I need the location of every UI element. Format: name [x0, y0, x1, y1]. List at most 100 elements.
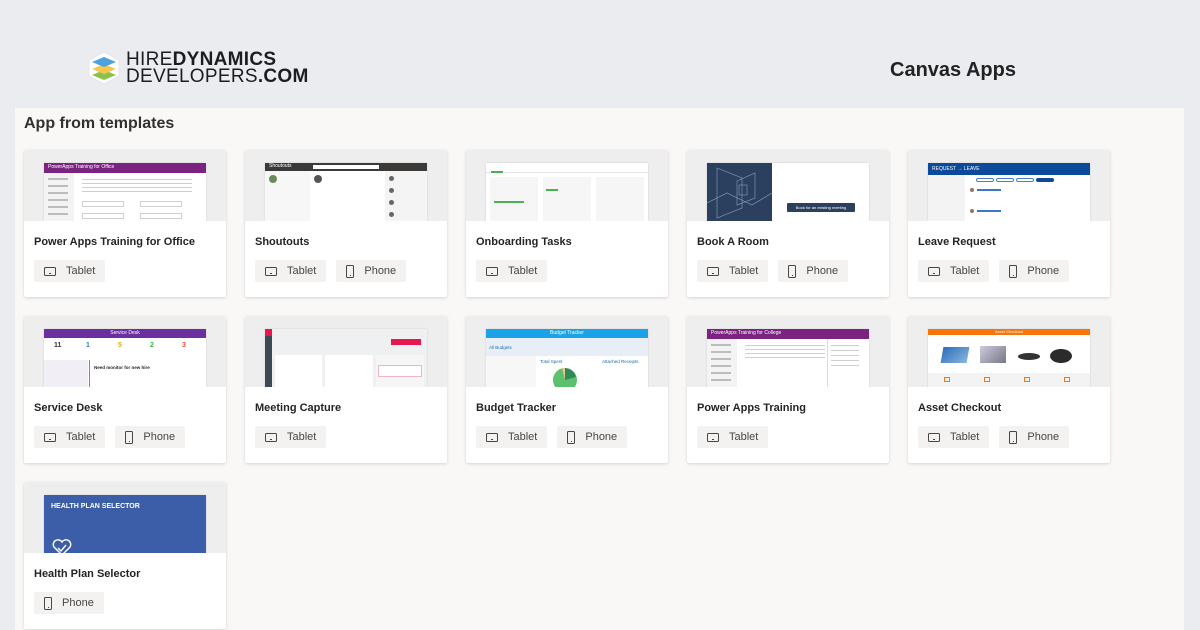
- tablet-format-button[interactable]: Tablet: [34, 426, 106, 448]
- tablet-format-button[interactable]: Tablet: [476, 260, 548, 282]
- brand-logo[interactable]: HIREDYNAMICS DEVELOPERS.COM: [86, 50, 309, 86]
- thumb-filter-pill: [996, 178, 1014, 182]
- template-card[interactable]: Meeting Capture Tablet: [245, 316, 447, 463]
- tablet-icon: [265, 266, 277, 276]
- thumb-progress: [546, 189, 558, 191]
- page-title: Canvas Apps: [890, 59, 1016, 81]
- phone-format-button[interactable]: Phone: [115, 426, 186, 448]
- template-thumbnail[interactable]: PowerApps Training for College: [687, 316, 889, 387]
- template-card[interactable]: HEALTH PLAN SELECTOR Health Plan Selector…: [24, 482, 226, 629]
- thumbnail-preview: Shoutouts: [265, 163, 427, 221]
- thumb-header-text: Shoutouts: [269, 163, 292, 169]
- tablet-format-button[interactable]: Tablet: [476, 426, 548, 448]
- heart-check-icon: [52, 539, 72, 553]
- format-options: Phone: [34, 592, 104, 614]
- thumbnail-preview: [265, 329, 427, 387]
- format-label: Tablet: [287, 431, 317, 443]
- phone-format-button[interactable]: Phone: [778, 260, 849, 282]
- template-title: Onboarding Tasks: [476, 236, 572, 248]
- tablet-icon: [44, 432, 56, 442]
- template-title: Power Apps Training for Office: [34, 236, 195, 248]
- phone-icon: [1009, 430, 1018, 444]
- template-thumbnail[interactable]: Service Desk 11 1 5 2 3 Need monitor for new h…: [24, 316, 226, 387]
- format-label: Tablet: [729, 265, 759, 277]
- thumb-line: [831, 355, 859, 356]
- phone-format-button[interactable]: Phone: [999, 260, 1070, 282]
- tablet-format-button[interactable]: Tablet: [34, 260, 106, 282]
- thumbnail-preview: PowerApps Training for Office: [44, 163, 206, 221]
- thumb-line: [48, 199, 68, 201]
- template-title: Meeting Capture: [255, 402, 342, 414]
- template-card[interactable]: Asset Checkout Asset Checkout Tablet Phone: [908, 316, 1110, 463]
- tablet-format-button[interactable]: Tablet: [697, 426, 769, 448]
- thumb-header-text: HEALTH PLAN SELECTOR: [51, 503, 140, 510]
- template-thumbnail[interactable]: HEALTH PLAN SELECTOR: [24, 482, 226, 553]
- thumb-header: REQUEST → LEAVE: [928, 163, 1090, 175]
- thumb-device-laptop: [940, 347, 970, 363]
- tablet-icon: [928, 432, 940, 442]
- thumbnail-preview: Service Desk 11 1 5 2 3 Need monitor for new h…: [44, 329, 206, 387]
- thumb-avatar: [389, 176, 394, 181]
- template-thumbnail[interactable]: PowerApps Training for Office: [24, 150, 226, 221]
- template-thumbnail[interactable]: Book for an existing meeting: [687, 150, 889, 221]
- thumb-header-text: Budget Tracker: [550, 330, 584, 336]
- thumb-header-text: REQUEST → LEAVE: [932, 166, 980, 172]
- tablet-format-button[interactable]: Tablet: [255, 426, 327, 448]
- template-title: Budget Tracker: [476, 402, 557, 414]
- thumb-pattern: [707, 163, 773, 221]
- tablet-icon: [486, 432, 498, 442]
- tablet-format-button[interactable]: Tablet: [697, 260, 769, 282]
- phone-icon: [44, 596, 52, 610]
- format-label: Tablet: [66, 265, 96, 277]
- thumb-line: [711, 358, 731, 360]
- template-card[interactable]: Shoutouts Shoutouts Tablet Phone: [245, 150, 447, 297]
- tablet-format-button[interactable]: Tablet: [918, 260, 990, 282]
- template-card[interactable]: REQUEST → LEAVE Leave Request Tablet Phone: [908, 150, 1110, 297]
- tablet-format-button[interactable]: Tablet: [255, 260, 327, 282]
- template-title: Leave Request: [918, 236, 996, 248]
- format-options: Tablet Phone: [697, 260, 849, 282]
- thumb-header-text: PowerApps Training for Office: [48, 164, 115, 170]
- phone-icon: [125, 430, 134, 444]
- thumb-field: [140, 201, 182, 207]
- thumb-stat: 2: [150, 342, 154, 349]
- template-card[interactable]: PowerApps Training for Office Power Apps …: [24, 150, 226, 297]
- phone-format-button[interactable]: Phone: [999, 426, 1070, 448]
- thumb-filter-pill: [1016, 178, 1034, 182]
- template-thumbnail[interactable]: [245, 316, 447, 387]
- format-label: Tablet: [66, 431, 96, 443]
- template-card[interactable]: Budget Tracker All Budgets Total Spent Atta…: [466, 316, 668, 463]
- template-thumbnail[interactable]: [466, 150, 668, 221]
- phone-format-button[interactable]: Phone: [336, 260, 407, 282]
- template-card[interactable]: Book for an existing meeting Book A Room T…: [687, 150, 889, 297]
- template-card[interactable]: Onboarding Tasks Tablet: [466, 150, 668, 297]
- phone-format-button[interactable]: Phone: [557, 426, 628, 448]
- thumb-stat: 11: [54, 342, 62, 349]
- thumb-panel: [543, 177, 591, 221]
- thumb-line: [977, 210, 1001, 212]
- thumb-device-mouse: [1050, 349, 1072, 363]
- format-label: Phone: [1027, 431, 1060, 443]
- phone-format-button[interactable]: Phone: [34, 592, 104, 614]
- format-options: Tablet: [34, 260, 106, 282]
- thumb-stat: 5: [118, 342, 122, 349]
- format-label: Phone: [62, 597, 94, 609]
- thumb-avatar: [389, 200, 394, 205]
- template-thumbnail[interactable]: REQUEST → LEAVE: [908, 150, 1110, 221]
- thumb-line: [711, 344, 731, 346]
- thumb-search: [313, 165, 379, 169]
- thumb-filter-pill-active: [1036, 178, 1054, 182]
- template-title: Power Apps Training: [697, 402, 806, 414]
- template-card[interactable]: Service Desk 11 1 5 2 3 Need monitor for new h…: [24, 316, 226, 463]
- template-thumbnail[interactable]: Budget Tracker All Budgets Total Spent Atta…: [466, 316, 668, 387]
- template-thumbnail[interactable]: Shoutouts: [245, 150, 447, 221]
- template-thumbnail[interactable]: Asset Checkout: [908, 316, 1110, 387]
- thumb-line: [745, 353, 825, 354]
- format-label: Phone: [364, 265, 397, 277]
- template-card[interactable]: PowerApps Training for College Power Apps…: [687, 316, 889, 463]
- thumb-nav-icon: [1064, 377, 1070, 382]
- tablet-format-button[interactable]: Tablet: [918, 426, 990, 448]
- thumb-sidebar: [44, 360, 88, 387]
- thumb-field: [140, 213, 182, 219]
- thumb-field: [82, 213, 124, 219]
